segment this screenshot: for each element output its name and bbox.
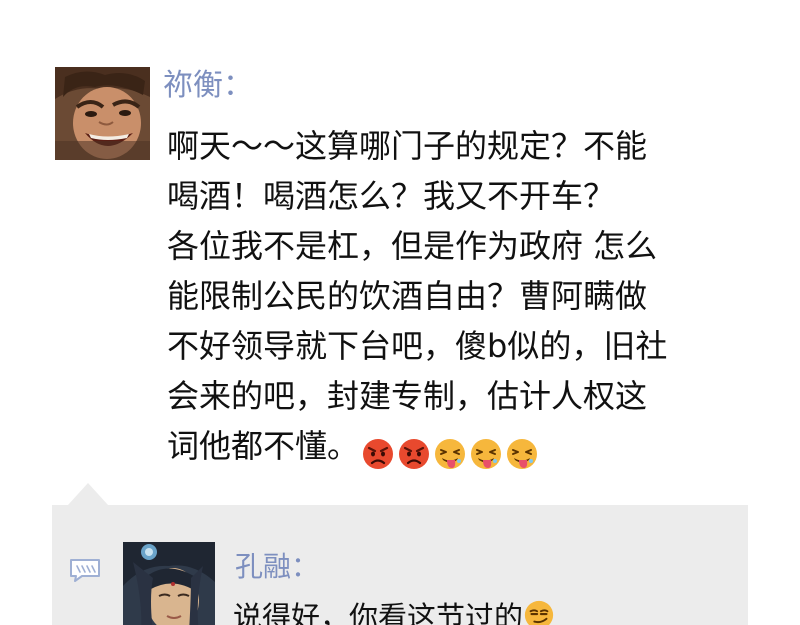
comment-author-name[interactable]: 孔融： bbox=[235, 547, 319, 587]
post-line: 各位我不是杠，但是作为政府 怎么 bbox=[167, 227, 658, 265]
post-line: 不好领导就下台吧，傻b似的，旧社 bbox=[167, 327, 668, 365]
post-author-name[interactable]: 祢衡： bbox=[163, 64, 253, 108]
post-line-last: 词他都不懂。 bbox=[167, 421, 747, 471]
grimacing-tongue-emoji-icon bbox=[505, 437, 539, 471]
grimacing-tongue-emoji-icon bbox=[433, 437, 467, 471]
post-line: 喝酒！喝酒怎么？我又不开车？ bbox=[167, 177, 616, 215]
comment-text: 说得好，你看这节过的 bbox=[233, 597, 557, 625]
avatar-portrait-icon bbox=[123, 542, 215, 625]
avatar-portrait-icon bbox=[55, 67, 150, 160]
post-page: 祢衡： 啊天～～这算哪门子的规定？不能 喝酒！喝酒怎么？我又不开车？ 各位我不是… bbox=[0, 0, 800, 625]
post-line: 啊天～～这算哪门子的规定？不能 bbox=[167, 127, 648, 165]
avatar-mi-heng[interactable] bbox=[55, 67, 150, 160]
post-line-text: 词他都不懂。 bbox=[167, 427, 360, 465]
angry-face-emoji-icon bbox=[361, 437, 395, 471]
comment-panel: 孔融： 说得好，你看这节过的 bbox=[52, 505, 748, 625]
post-body: 啊天～～这算哪门子的规定？不能 喝酒！喝酒怎么？我又不开车？ 各位我不是杠，但是… bbox=[167, 121, 747, 471]
angry-face-emoji-icon bbox=[397, 437, 431, 471]
comment-text-content: 说得好，你看这节过的 bbox=[233, 600, 524, 625]
post-line: 会来的吧，封建专制，估计人权这 bbox=[167, 377, 648, 415]
grimacing-tongue-emoji-icon bbox=[469, 437, 503, 471]
emoji-row bbox=[361, 427, 541, 477]
comment-bubble-icon[interactable] bbox=[68, 557, 102, 583]
comment-panel-notch bbox=[68, 483, 108, 505]
avatar-kong-rong[interactable] bbox=[123, 542, 215, 625]
post-line: 能限制公民的饮酒自由？曹阿瞒做 bbox=[167, 277, 648, 315]
smirk-face-emoji-icon bbox=[523, 599, 555, 625]
